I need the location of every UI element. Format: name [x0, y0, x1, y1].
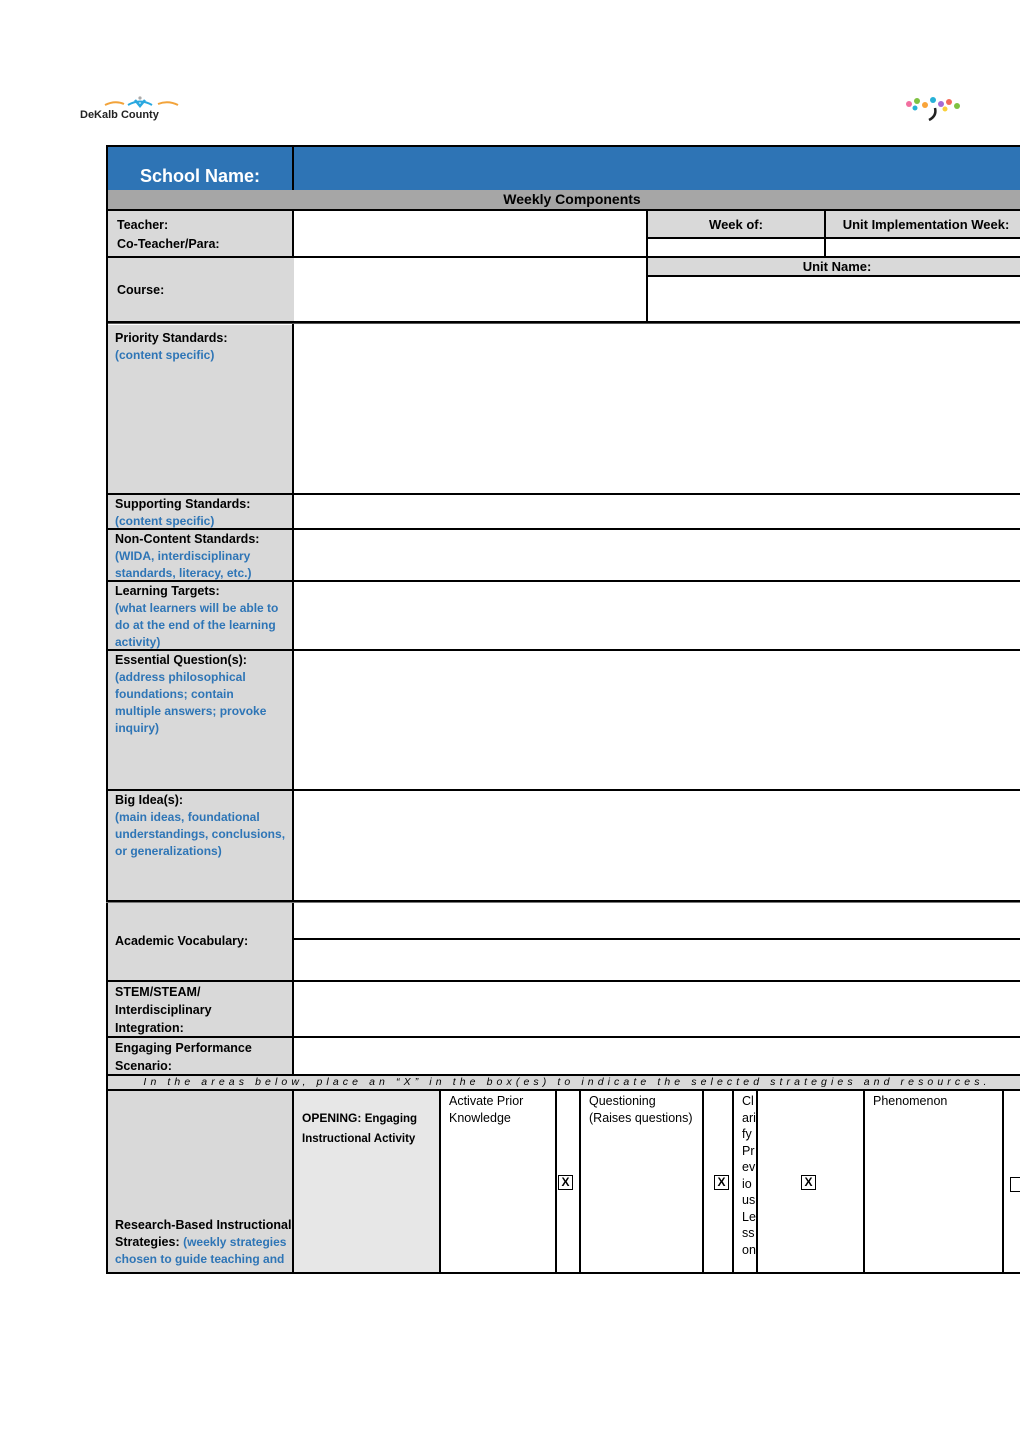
stem-field[interactable] [296, 983, 1020, 1035]
school-name-field[interactable] [296, 147, 1020, 190]
academic-vocabulary-label: Academic Vocabulary: [115, 934, 249, 948]
learning-targets-field[interactable] [296, 583, 1020, 648]
unit-name-label: Unit Name: [648, 258, 1020, 275]
option-activate-prior-knowledge-label: Activate Prior Knowledge [449, 1094, 524, 1125]
teacher-label: Teacher: [117, 218, 169, 232]
course-field[interactable] [296, 259, 646, 321]
dekalb-county-logo: DeKalb County [80, 96, 220, 122]
non-content-standards-label: Non-Content Standards: [115, 532, 260, 546]
learning-targets-label-cell: Learning Targets: (what learners will be… [108, 582, 292, 649]
stem-label-cell: STEM/STEAM/ Interdisciplinary Integratio… [108, 982, 292, 1036]
non-content-standards-label-cell: Non-Content Standards: (WIDA, interdisci… [108, 530, 292, 580]
priority-standards-label-cell: Priority Standards: (content specific) [108, 325, 292, 493]
engaging-performance-label-cell: Engaging Performance Scenario: [108, 1038, 292, 1074]
unit-implementation-week-field[interactable] [826, 239, 1020, 257]
big-ideas-label-cell: Big Idea(s): (main ideas, foundational u… [108, 791, 292, 900]
course-label: Course: [117, 282, 165, 297]
non-content-standards-hint: (WIDA, interdisciplinary standards, lite… [115, 549, 252, 580]
opening-label-bold: OPENING: [302, 1111, 362, 1125]
option-phenomenon-checkbox[interactable] [1010, 1177, 1020, 1192]
engaging-performance-field[interactable] [296, 1039, 1020, 1073]
stem-label: STEM/STEAM/ Interdisciplinary Integratio… [115, 985, 212, 1035]
weekly-components-title: Weekly Components [106, 190, 1020, 211]
opening-label-cell: OPENING: Engaging Instructional Activity [294, 1091, 440, 1272]
option-questioning-label: Questioning (Raises questions) [589, 1094, 693, 1125]
essential-questions-label: Essential Question(s): [115, 653, 247, 667]
priority-standards-hint: (content specific) [115, 348, 215, 362]
strategies-label: Research-Based Instructional Strategies:… [115, 1217, 293, 1268]
learning-targets-hint: (what learners will be able to do at the… [115, 601, 279, 649]
academic-vocabulary-field-2[interactable] [296, 941, 1020, 979]
option-clarify-previous-lesson-checkbox[interactable]: X [801, 1175, 816, 1190]
essential-questions-label-cell: Essential Question(s): (address philosop… [108, 651, 292, 789]
school-name-label: School Name: [139, 166, 261, 186]
essential-questions-hint: (address philosophical foundations; cont… [115, 670, 267, 735]
option-phenomenon-label: Phenomenon [873, 1094, 948, 1108]
supporting-standards-label: Supporting Standards: [115, 497, 251, 511]
essential-questions-field[interactable] [296, 652, 1020, 788]
unit-implementation-week-label: Unit Implementation Week: [826, 211, 1020, 238]
big-ideas-label: Big Idea(s): [115, 793, 184, 807]
learning-targets-label: Learning Targets: [115, 584, 220, 598]
academic-vocabulary-label-cell: Academic Vocabulary: [108, 903, 292, 980]
option-activate-prior-knowledge-checkbox[interactable]: X [558, 1175, 573, 1190]
priority-standards-label: Priority Standards: [115, 331, 228, 345]
logo-text: DeKalb County [80, 109, 160, 121]
supporting-standards-label-cell: Supporting Standards: (content specific) [108, 495, 292, 528]
teacher-label-cell: Teacher: Co-Teacher/Para: [106, 211, 294, 258]
week-of-label: Week of: [648, 211, 824, 238]
course-label-cell: Course: [106, 258, 294, 322]
unit-name-field[interactable] [648, 278, 1020, 321]
supporting-standards-field[interactable] [296, 496, 1020, 527]
priority-standards-field[interactable] [296, 326, 1020, 492]
big-ideas-hint: (main ideas, foundational understandings… [115, 810, 286, 858]
option-questioning-checkbox[interactable]: X [714, 1175, 729, 1190]
instruction-text: In the areas below, place an “X” in the … [108, 1076, 1020, 1089]
non-content-standards-field[interactable] [296, 531, 1020, 579]
week-of-field[interactable] [648, 239, 824, 257]
option-clarify-previous-lesson-label: Clarify Previous Lesson [742, 1094, 756, 1257]
big-ideas-field[interactable] [296, 792, 1020, 899]
engaging-performance-label: Engaging Performance Scenario: [115, 1041, 252, 1073]
co-teacher-label: Co-Teacher/Para: [117, 237, 220, 251]
opening-label: OPENING: Engaging Instructional Activity [302, 1109, 440, 1149]
strategies-label-cell: Research-Based Instructional Strategies:… [108, 1091, 292, 1272]
tree-logo [895, 96, 965, 122]
teacher-field[interactable] [296, 212, 646, 256]
academic-vocabulary-field-1[interactable] [296, 904, 1020, 937]
